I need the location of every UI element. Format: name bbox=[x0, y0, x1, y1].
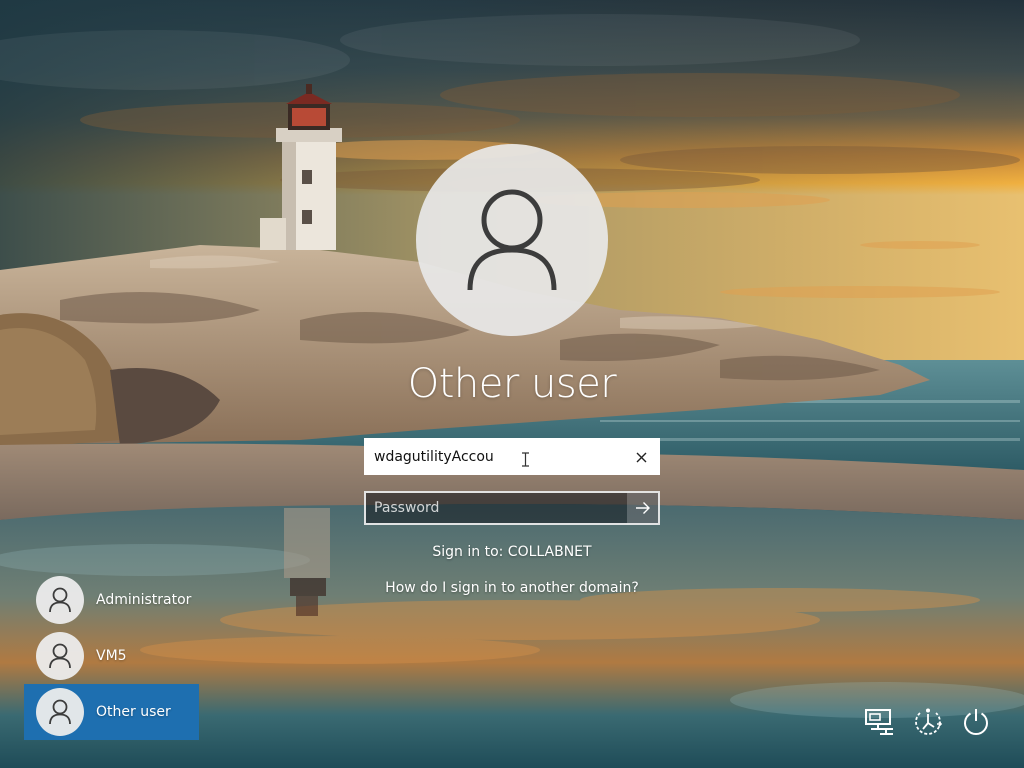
username-input[interactable] bbox=[374, 440, 614, 473]
network-button[interactable] bbox=[862, 704, 898, 740]
submit-button[interactable] bbox=[627, 493, 658, 523]
avatar bbox=[36, 688, 84, 736]
person-icon bbox=[467, 189, 557, 291]
arrow-right-icon bbox=[635, 502, 650, 514]
user-name: Other user bbox=[96, 704, 171, 720]
user-entry-administrator[interactable]: Administrator bbox=[24, 572, 199, 628]
avatar bbox=[36, 632, 84, 680]
user-entry-vm5[interactable]: VM5 bbox=[24, 628, 199, 684]
person-icon bbox=[49, 643, 71, 669]
password-input[interactable] bbox=[374, 493, 624, 523]
power-icon bbox=[964, 709, 988, 735]
network-icon bbox=[865, 709, 893, 735]
person-icon bbox=[49, 587, 71, 613]
avatar bbox=[36, 576, 84, 624]
username-field[interactable] bbox=[364, 438, 660, 475]
person-icon bbox=[49, 699, 71, 725]
close-icon bbox=[636, 452, 646, 462]
user-entry-other-user[interactable]: Other user bbox=[24, 684, 199, 740]
other-domain-link[interactable]: How do I sign in to another domain? bbox=[312, 577, 712, 599]
user-title: Other user bbox=[407, 361, 617, 407]
ease-of-access-icon bbox=[915, 708, 943, 735]
clear-button[interactable] bbox=[630, 446, 652, 468]
user-name: VM5 bbox=[96, 648, 127, 664]
text-cursor-icon bbox=[522, 452, 529, 467]
user-list: Administrator VM5 Other user bbox=[24, 572, 204, 740]
user-avatar-large bbox=[416, 144, 608, 336]
password-field[interactable] bbox=[364, 491, 660, 525]
user-name: Administrator bbox=[96, 592, 192, 608]
power-button[interactable] bbox=[958, 704, 994, 740]
ease-of-access-button[interactable] bbox=[910, 704, 946, 740]
lock-screen: Other user Sign in to: COLLABNET How do … bbox=[0, 0, 1024, 768]
sign-in-domain-text: Sign in to: COLLABNET bbox=[432, 544, 592, 560]
